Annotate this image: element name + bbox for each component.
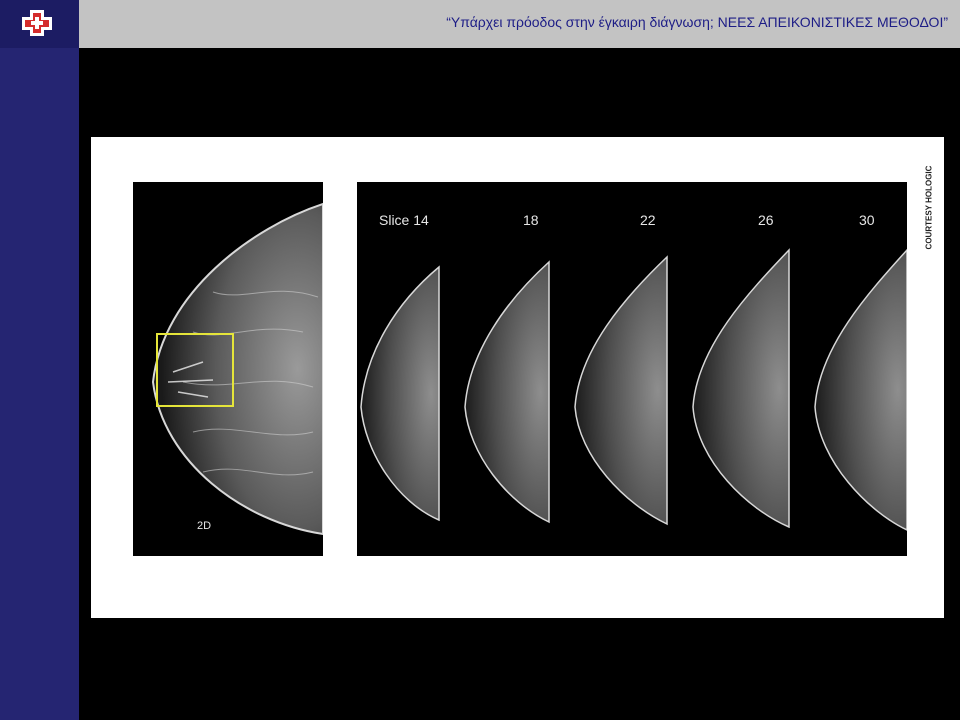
left-sidebar-bar xyxy=(0,48,79,720)
slice-images xyxy=(360,248,907,531)
panel-2d-label: 2D xyxy=(197,520,212,532)
tomosynthesis-slices-panel: Slice 14 18 22 26 30 xyxy=(357,182,907,556)
courtesy-credit: COURTESY HOLOGIC xyxy=(922,145,936,275)
slice-22-image xyxy=(574,255,668,526)
courtesy-text: COURTESY HOLOGIC xyxy=(924,165,934,250)
mammogram-2d-panel: 2D xyxy=(133,182,323,556)
slice-14-image xyxy=(360,265,440,522)
slice-26-image xyxy=(692,248,790,529)
slice-label-30: 30 xyxy=(859,212,875,228)
slice-label-14: Slice 14 xyxy=(379,212,429,228)
tomosynthesis-figure: 2D Slice 14 18 22 26 30 COURTESY HOLOGIC xyxy=(91,137,944,618)
slice-label-18: 18 xyxy=(523,212,539,228)
slice-label-26: 26 xyxy=(758,212,774,228)
slide-header: “Υπάρχει πρόοδος στην έγκαιρη διάγνωση; … xyxy=(0,0,960,48)
medical-cross-logo-icon xyxy=(22,10,52,36)
mammogram-2d-image xyxy=(151,202,323,536)
slice-30-image xyxy=(814,248,907,531)
slice-18-image xyxy=(464,260,550,524)
logo-area xyxy=(0,0,79,48)
slide-title: “Υπάρχει πρόοδος στην έγκαιρη διάγνωση; … xyxy=(446,14,948,30)
slice-label-22: 22 xyxy=(640,212,656,228)
